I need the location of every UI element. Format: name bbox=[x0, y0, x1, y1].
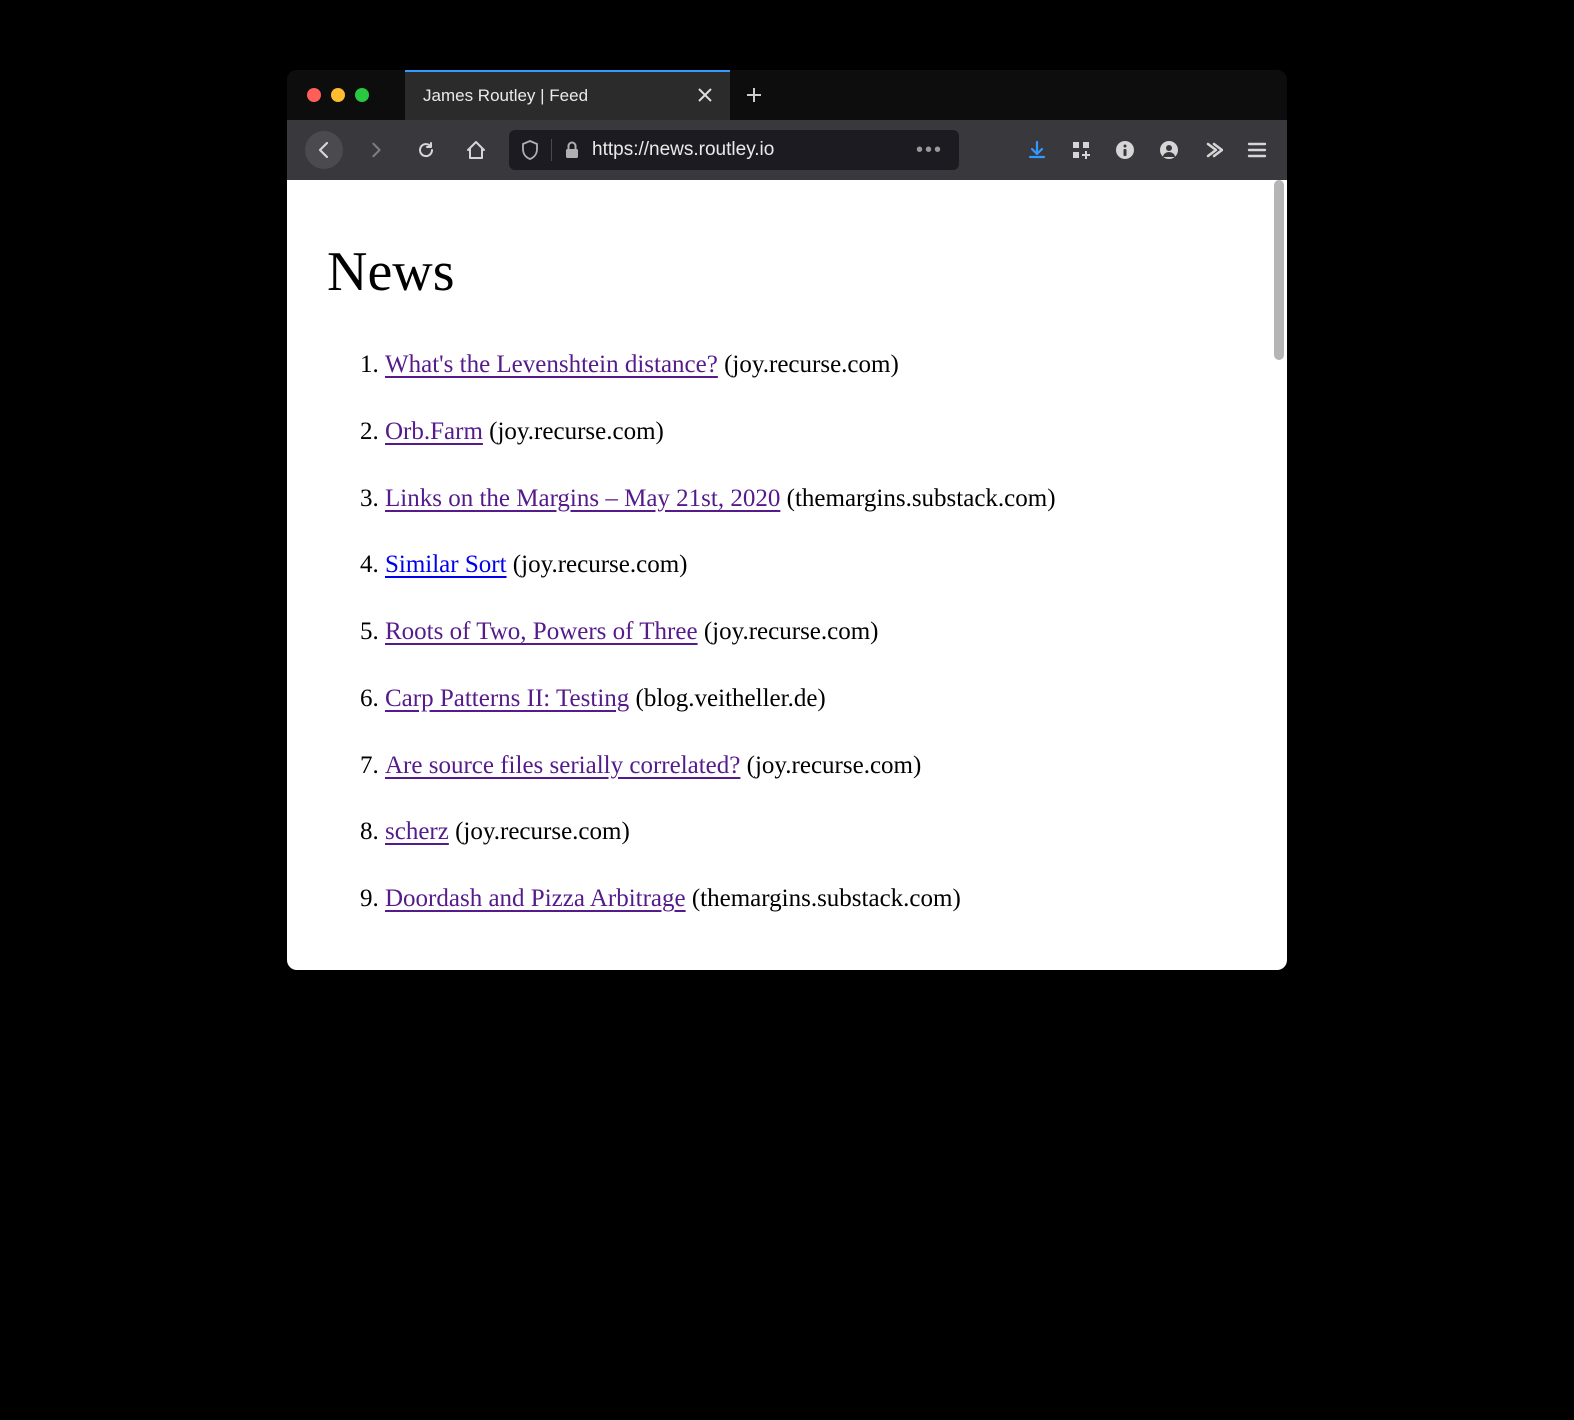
viewport: News What's the Levenshtein distance? (j… bbox=[287, 180, 1287, 970]
toolbar-actions bbox=[1025, 138, 1269, 162]
home-button[interactable] bbox=[459, 133, 493, 167]
downloads-button[interactable] bbox=[1025, 138, 1049, 162]
news-list: What's the Levenshtein distance? (joy.re… bbox=[327, 348, 1247, 916]
page-content: News What's the Levenshtein distance? (j… bbox=[287, 180, 1287, 970]
window-controls bbox=[287, 70, 389, 120]
browser-tab[interactable]: James Routley | Feed bbox=[405, 70, 730, 120]
news-domain: (themargins.substack.com) bbox=[780, 485, 1055, 512]
reload-button[interactable] bbox=[409, 133, 443, 167]
news-item: scherz (joy.recurse.com) bbox=[385, 815, 1247, 849]
news-domain: (joy.recurse.com) bbox=[507, 551, 688, 578]
lock-icon[interactable] bbox=[564, 141, 580, 159]
news-domain: (blog.veitheller.de) bbox=[629, 685, 825, 712]
news-link[interactable]: scherz bbox=[385, 818, 449, 845]
address-bar[interactable]: https://news.routley.io ••• bbox=[509, 130, 959, 170]
url-text: https://news.routley.io bbox=[592, 139, 904, 161]
news-domain: (joy.recurse.com) bbox=[698, 618, 879, 645]
library-button[interactable] bbox=[1069, 138, 1093, 162]
forward-button[interactable] bbox=[359, 133, 393, 167]
account-button[interactable] bbox=[1157, 138, 1181, 162]
news-domain: (joy.recurse.com) bbox=[718, 351, 899, 378]
separator bbox=[551, 139, 552, 161]
news-link[interactable]: Are source files serially correlated? bbox=[385, 752, 740, 779]
maximize-window-button[interactable] bbox=[355, 88, 369, 102]
back-button[interactable] bbox=[305, 131, 343, 169]
page-actions-button[interactable]: ••• bbox=[916, 139, 947, 162]
page-title: News bbox=[327, 240, 1247, 304]
tab-bar: James Routley | Feed bbox=[287, 70, 1287, 120]
news-link[interactable]: Orb.Farm bbox=[385, 418, 483, 445]
browser-window: James Routley | Feed bbox=[287, 70, 1287, 970]
news-link[interactable]: Similar Sort bbox=[385, 551, 507, 578]
news-domain: (themargins.substack.com) bbox=[686, 885, 961, 912]
menu-button[interactable] bbox=[1245, 138, 1269, 162]
news-item: What's the Levenshtein distance? (joy.re… bbox=[385, 348, 1247, 382]
news-domain: (joy.recurse.com) bbox=[483, 418, 664, 445]
news-domain: (joy.recurse.com) bbox=[449, 818, 630, 845]
info-button[interactable] bbox=[1113, 138, 1137, 162]
browser-toolbar: https://news.routley.io ••• bbox=[287, 120, 1287, 180]
news-domain: (joy.recurse.com) bbox=[740, 752, 921, 779]
news-link[interactable]: Carp Patterns II: Testing bbox=[385, 685, 629, 712]
news-item: Links on the Margins – May 21st, 2020 (t… bbox=[385, 482, 1247, 516]
news-item: Similar Sort (joy.recurse.com) bbox=[385, 548, 1247, 582]
scrollbar[interactable] bbox=[1272, 180, 1284, 970]
scrollbar-thumb[interactable] bbox=[1274, 180, 1284, 360]
shield-icon[interactable] bbox=[521, 140, 539, 160]
news-item: Roots of Two, Powers of Three (joy.recur… bbox=[385, 615, 1247, 649]
new-tab-button[interactable] bbox=[730, 70, 778, 120]
news-item: Doordash and Pizza Arbitrage (themargins… bbox=[385, 882, 1247, 916]
overflow-button[interactable] bbox=[1201, 138, 1225, 162]
news-item: Carp Patterns II: Testing (blog.veithell… bbox=[385, 682, 1247, 716]
minimize-window-button[interactable] bbox=[331, 88, 345, 102]
tab-title: James Routley | Feed bbox=[423, 86, 588, 106]
news-item: Are source files serially correlated? (j… bbox=[385, 749, 1247, 783]
news-link[interactable]: What's the Levenshtein distance? bbox=[385, 351, 718, 378]
news-link[interactable]: Doordash and Pizza Arbitrage bbox=[385, 885, 686, 912]
news-item: Orb.Farm (joy.recurse.com) bbox=[385, 415, 1247, 449]
news-link[interactable]: Roots of Two, Powers of Three bbox=[385, 618, 698, 645]
close-window-button[interactable] bbox=[307, 88, 321, 102]
news-link[interactable]: Links on the Margins – May 21st, 2020 bbox=[385, 485, 780, 512]
close-tab-button[interactable] bbox=[698, 86, 712, 107]
